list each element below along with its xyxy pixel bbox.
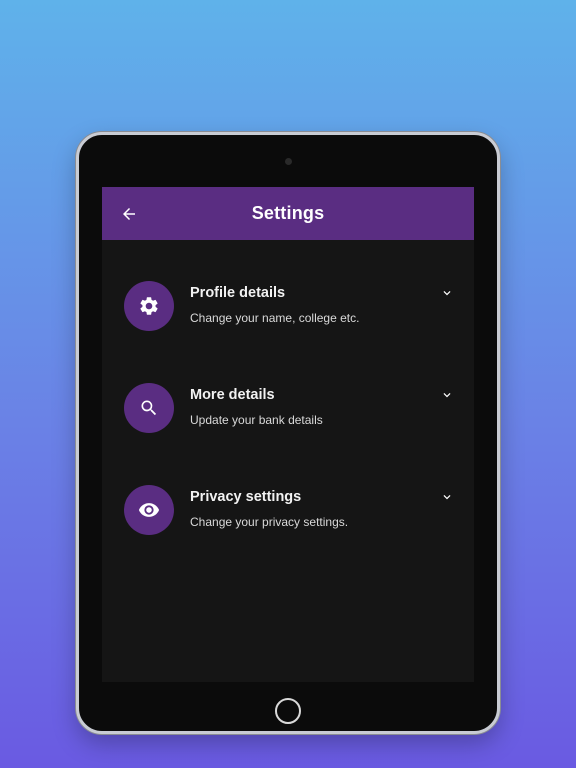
eye-icon — [138, 503, 160, 517]
tablet-device-frame: Settings Profile details Change your nam… — [76, 132, 500, 734]
settings-item-more-details[interactable]: More details Update your bank details — [102, 383, 474, 453]
chevron-down-icon[interactable] — [440, 490, 454, 504]
item-title: Profile details — [190, 285, 286, 301]
item-title: Privacy settings — [190, 489, 302, 505]
item-title: More details — [190, 387, 275, 403]
item-icon-circle — [124, 485, 174, 535]
item-subtitle: Change your name, college etc. — [190, 311, 360, 325]
arrow-left-icon — [123, 207, 135, 220]
back-button[interactable] — [119, 204, 139, 224]
item-subtitle: Change your privacy settings. — [190, 515, 349, 529]
item-icon-circle — [124, 383, 174, 433]
settings-item-privacy-settings[interactable]: Privacy settings Change your privacy set… — [102, 485, 474, 555]
chevron-down-icon[interactable] — [440, 388, 454, 402]
app-screen: Settings Profile details Change your nam… — [102, 187, 474, 682]
item-subtitle: Update your bank details — [190, 413, 323, 427]
settings-item-profile-details[interactable]: Profile details Change your name, colleg… — [102, 281, 474, 351]
gear-icon — [140, 297, 158, 315]
page-title: Settings — [251, 203, 325, 223]
home-button[interactable] — [275, 698, 301, 724]
chevron-down-icon[interactable] — [440, 286, 454, 300]
search-icon — [141, 400, 157, 416]
camera-dot — [284, 158, 292, 165]
app-bar: Settings — [102, 187, 474, 240]
item-icon-circle — [124, 281, 174, 331]
